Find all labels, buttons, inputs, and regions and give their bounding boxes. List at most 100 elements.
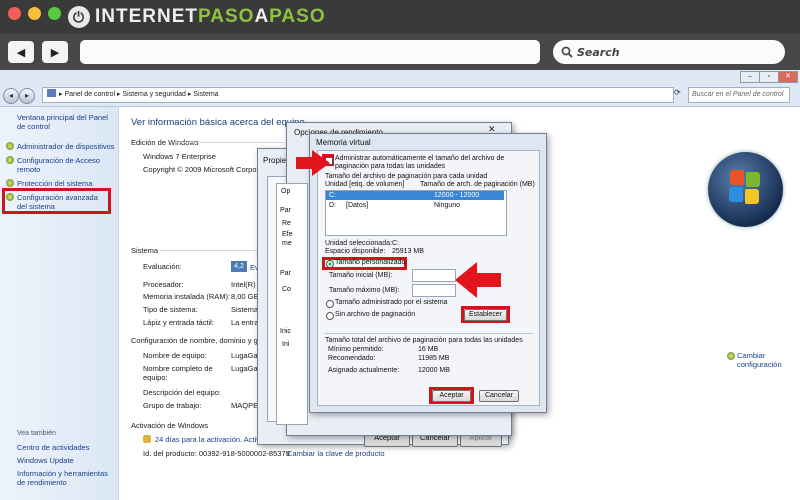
explorer-back-button[interactable]: ◂ — [3, 88, 19, 104]
breadcrumb: ▸ Panel de control ▸ Sistema y seguridad… — [59, 91, 219, 98]
close-window-button[interactable] — [8, 7, 21, 20]
custom-size-label: Tamaño personalizado: — [335, 259, 408, 266]
recommended-label: Recomendado: — [328, 355, 376, 362]
perf-fragment: Inic — [280, 328, 291, 335]
vm-accept-button[interactable]: Aceptar — [432, 390, 471, 402]
windows-logo — [708, 152, 783, 227]
logo-green-quad — [746, 172, 760, 187]
score-badge: 4,2 — [231, 261, 247, 272]
explorer-search-placeholder: Buscar en el Panel de control — [692, 91, 784, 98]
change-key-link[interactable]: Cambiar la clave de producto — [287, 449, 385, 458]
perf-fragment: Re — [282, 220, 291, 227]
description-label: Descripción del equipo: — [143, 388, 221, 397]
selected-unit-label: Unidad seleccionada: — [325, 240, 392, 247]
change-settings-link[interactable]: Cambiar configuración — [737, 351, 787, 369]
control-panel-icon — [47, 89, 56, 97]
custom-size-radio[interactable] — [326, 260, 334, 268]
per-drive-label: Tamaño del archivo de paginación para ca… — [325, 173, 488, 180]
forward-arrow-icon: ▶ — [50, 46, 60, 59]
initial-size-label: Tamaño inicial (MB): — [329, 272, 393, 279]
back-button[interactable]: ◀ — [8, 41, 34, 63]
system-managed-radio[interactable] — [326, 300, 334, 308]
copyright-text: Copyright © 2009 Microsoft Corporat — [143, 165, 266, 174]
sidebar-link-performance[interactable]: Información y herramientas de rendimient… — [17, 469, 113, 487]
recommended-value: 11985 MB — [418, 355, 450, 362]
explorer-search-input[interactable]: Buscar en el Panel de control — [688, 87, 790, 103]
current-value: 12000 MB — [418, 367, 450, 374]
search-icon — [561, 46, 573, 58]
no-paging-radio[interactable] — [326, 312, 334, 320]
drive-unit: C: — [329, 192, 336, 199]
sidebar-item-protection[interactable]: Protección del sistema — [17, 179, 113, 188]
shield-icon — [6, 193, 14, 201]
activation-link[interactable]: 24 días para la activación. Active W — [155, 435, 273, 444]
sidebar-item-remote[interactable]: Configuración de Acceso remoto — [17, 156, 113, 174]
perf-fragment: Co — [282, 286, 291, 293]
max-size-input[interactable] — [412, 284, 456, 297]
url-bar[interactable] — [80, 40, 540, 64]
logo-yellow-quad — [745, 189, 759, 204]
drive-size: Ninguno — [434, 202, 461, 209]
explorer-forward-button[interactable]: ▸ — [19, 88, 35, 104]
explorer-close-button[interactable]: ✕ — [778, 71, 798, 83]
drive-unit: D: — [329, 202, 336, 209]
activation-header: Activación de Windows — [131, 421, 209, 430]
performance-panel — [276, 183, 308, 425]
pen-label: Lápiz y entrada táctil: — [143, 318, 214, 327]
sidebar-item-device-manager[interactable]: Administrador de dispositivos — [17, 142, 115, 151]
refresh-icon[interactable]: ⟳ — [674, 88, 681, 97]
minimize-window-button[interactable] — [28, 7, 41, 20]
logo-text-paso-2: PASO — [269, 6, 326, 27]
max-size-label: Tamaño máximo (MB): — [329, 287, 400, 294]
initial-size-input[interactable] — [412, 269, 456, 282]
system-type-label: Tipo de sistema: — [143, 305, 198, 314]
back-arrow-icon: ◀ — [16, 46, 26, 59]
ram-label: Memoria instalada (RAM): — [143, 292, 231, 301]
perf-fragment: Ini — [282, 341, 290, 348]
shield-icon — [6, 179, 14, 187]
logo-text-a: A — [254, 6, 270, 27]
logo-text-internet: INTERNET — [95, 6, 198, 27]
set-button[interactable]: Establecer — [464, 309, 507, 321]
search-placeholder: Search — [577, 45, 620, 59]
vm-cancel-button[interactable]: Cancelar — [479, 390, 519, 402]
perf-fragment: Par — [280, 207, 291, 214]
col-unit-header: Unidad [etiq. de volumen] — [325, 181, 405, 188]
sidebar-item-home[interactable]: Ventana principal del Panel de control — [17, 113, 115, 131]
sidebar-item-advanced[interactable]: Configuración avanzada del sistema — [17, 193, 107, 211]
explorer-minimize-button[interactable]: – — [740, 71, 760, 83]
explorer-maximize-button[interactable]: ▫ — [759, 71, 779, 83]
shield-icon — [727, 352, 735, 360]
col-size-header: Tamaño de arch. de paginación (MB) — [420, 181, 535, 188]
sidebar-link-action-center[interactable]: Centro de actividades — [17, 443, 90, 452]
sidebar-link-windows-update[interactable]: Windows Update — [17, 456, 74, 465]
key-icon — [143, 435, 151, 443]
perf-fragment: Efe — [282, 231, 293, 238]
free-space-label: Espacio disponible: — [325, 248, 386, 255]
red-arrow-icon — [296, 150, 330, 176]
shield-icon — [6, 156, 14, 164]
maximize-window-button[interactable] — [48, 7, 61, 20]
selected-unit-value: C: — [392, 240, 399, 247]
full-name-label: Nombre completo de equipo: — [143, 364, 213, 382]
perf-fragment: Par — [280, 270, 291, 277]
address-bar[interactable]: ▸ Panel de control ▸ Sistema y seguridad… — [42, 87, 674, 103]
drive-size: 12000 - 12000 — [434, 192, 480, 199]
divider — [160, 250, 270, 251]
browser-search-box[interactable]: Search — [553, 40, 785, 64]
workgroup-label: Grupo de trabajo: — [143, 401, 202, 410]
logo-blue-quad — [729, 187, 743, 202]
edition-name: Windows 7 Enterprise — [143, 152, 216, 161]
red-arrow-icon — [455, 262, 501, 298]
rating-label: Evaluación: — [143, 262, 182, 271]
virtual-memory-title: Memoria virtual — [316, 138, 371, 147]
divider — [325, 333, 533, 334]
perf-fragment: me — [282, 240, 292, 247]
logo-circle-icon: ⏻ — [68, 6, 90, 28]
min-allowed-label: Mínimo permitido: — [328, 346, 384, 353]
logo-text-paso: PASO — [198, 6, 255, 27]
free-space-value: 25913 MB — [392, 248, 424, 255]
forward-button[interactable]: ▶ — [42, 41, 68, 63]
computer-name-label: Nombre de equipo: — [143, 351, 207, 360]
explorer-title-strip — [0, 70, 800, 84]
